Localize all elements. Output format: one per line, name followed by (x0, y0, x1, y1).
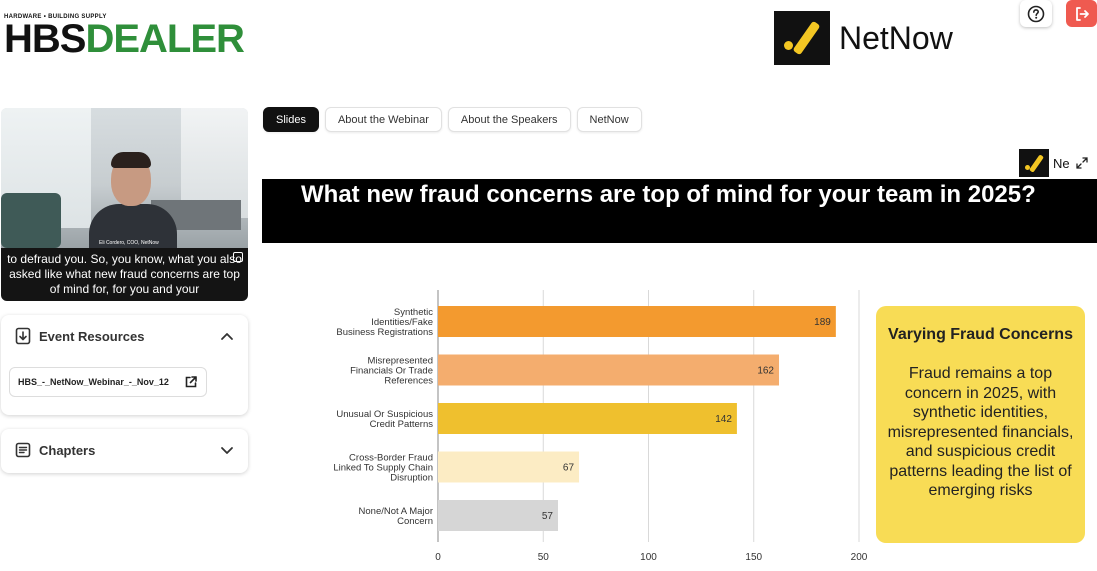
bar (438, 354, 780, 386)
category-label: References (384, 376, 433, 387)
data-label: 142 (715, 414, 732, 425)
tab-about-webinar[interactable]: About the Webinar (324, 107, 442, 132)
resource-file-link[interactable]: HBS_-_NetNow_Webinar_-_Nov_12 (9, 367, 207, 397)
speaker-name-tag: Eli Cordero, COO, NetNow (99, 240, 159, 246)
x-tick-label: 200 (851, 552, 868, 563)
brand-wordmark: HBSDEALER (4, 17, 245, 61)
netnow-logo: NetNow (774, 11, 953, 65)
x-tick-label: 150 (745, 552, 762, 563)
category-label: Credit Patterns (370, 419, 434, 430)
callout-title: Varying Fraud Concerns (888, 326, 1073, 343)
tab-slides[interactable]: Slides (263, 107, 319, 132)
category-label: Business Registrations (336, 327, 433, 338)
download-file-icon (15, 327, 31, 345)
hbs-dealer-logo: HARDWARE • BUILDING SUPPLY HBSDEALER (4, 14, 245, 61)
logout-icon (1075, 6, 1089, 21)
caption-text: to defraud you. So, you know, what you a… (7, 252, 242, 296)
x-tick-label: 50 (538, 552, 550, 563)
live-caption: to defraud you. So, you know, what you a… (1, 248, 248, 301)
slide-logo-text: Ne (1053, 155, 1070, 171)
tab-netnow[interactable]: NetNow (576, 107, 642, 132)
chapters-title: Chapters (39, 442, 96, 458)
expand-icon[interactable] (1075, 157, 1088, 169)
brand-hbs: HBS (4, 17, 86, 61)
data-label: 189 (814, 317, 831, 328)
speaker-video[interactable]: Eli Cordero, COO, NetNow (1, 108, 248, 248)
event-resources-panel: Event Resources HBS_-_NetNow_Webinar_-_N… (1, 315, 248, 415)
tab-about-speakers[interactable]: About the Speakers (447, 107, 571, 132)
category-label: Disruption (390, 473, 433, 484)
x-tick-label: 0 (435, 552, 441, 563)
netnow-mark-icon (774, 11, 830, 65)
data-label: 67 (563, 463, 575, 474)
content-tabs: Slides About the Webinar About the Speak… (263, 107, 642, 132)
external-link-icon (185, 376, 197, 388)
x-tick-label: 100 (640, 552, 657, 563)
event-resources-title: Event Resources (39, 328, 145, 344)
fraud-concerns-bar-chart: 0 50 100 150 200189SyntheticIdentities/FakeB… (333, 290, 868, 563)
netnow-wordmark: NetNow (839, 19, 953, 56)
netnow-mini-mark-icon (1019, 149, 1049, 177)
brand-dealer: DEALER (85, 17, 244, 61)
data-label: 162 (757, 366, 774, 377)
event-resources-header[interactable]: Event Resources (1, 315, 248, 357)
bar (438, 500, 558, 531)
chevron-down-icon[interactable] (220, 445, 234, 455)
resource-file-name: HBS_-_NetNow_Webinar_-_Nov_12 (18, 377, 169, 387)
bar (438, 403, 737, 434)
logout-button[interactable] (1066, 0, 1097, 27)
chapters-panel[interactable]: Chapters (1, 429, 248, 473)
slide-title: What new fraud concerns are top of mind … (262, 179, 1097, 243)
category-label: Concern (397, 516, 433, 527)
question-circle-icon (1027, 5, 1045, 22)
popout-icon[interactable] (233, 252, 243, 262)
bar (438, 306, 836, 337)
chevron-up-icon[interactable] (220, 331, 234, 341)
list-icon (15, 442, 31, 458)
slide-logo-controls: Ne (1019, 149, 1088, 177)
data-label: 57 (542, 511, 554, 522)
callout-box: Varying Fraud Concerns Fraud remains a t… (876, 306, 1085, 543)
callout-body: Fraud remains a top concern in 2025, wit… (887, 365, 1074, 499)
bar (438, 451, 580, 483)
help-button[interactable] (1020, 0, 1052, 27)
chapters-header[interactable]: Chapters (1, 429, 248, 471)
